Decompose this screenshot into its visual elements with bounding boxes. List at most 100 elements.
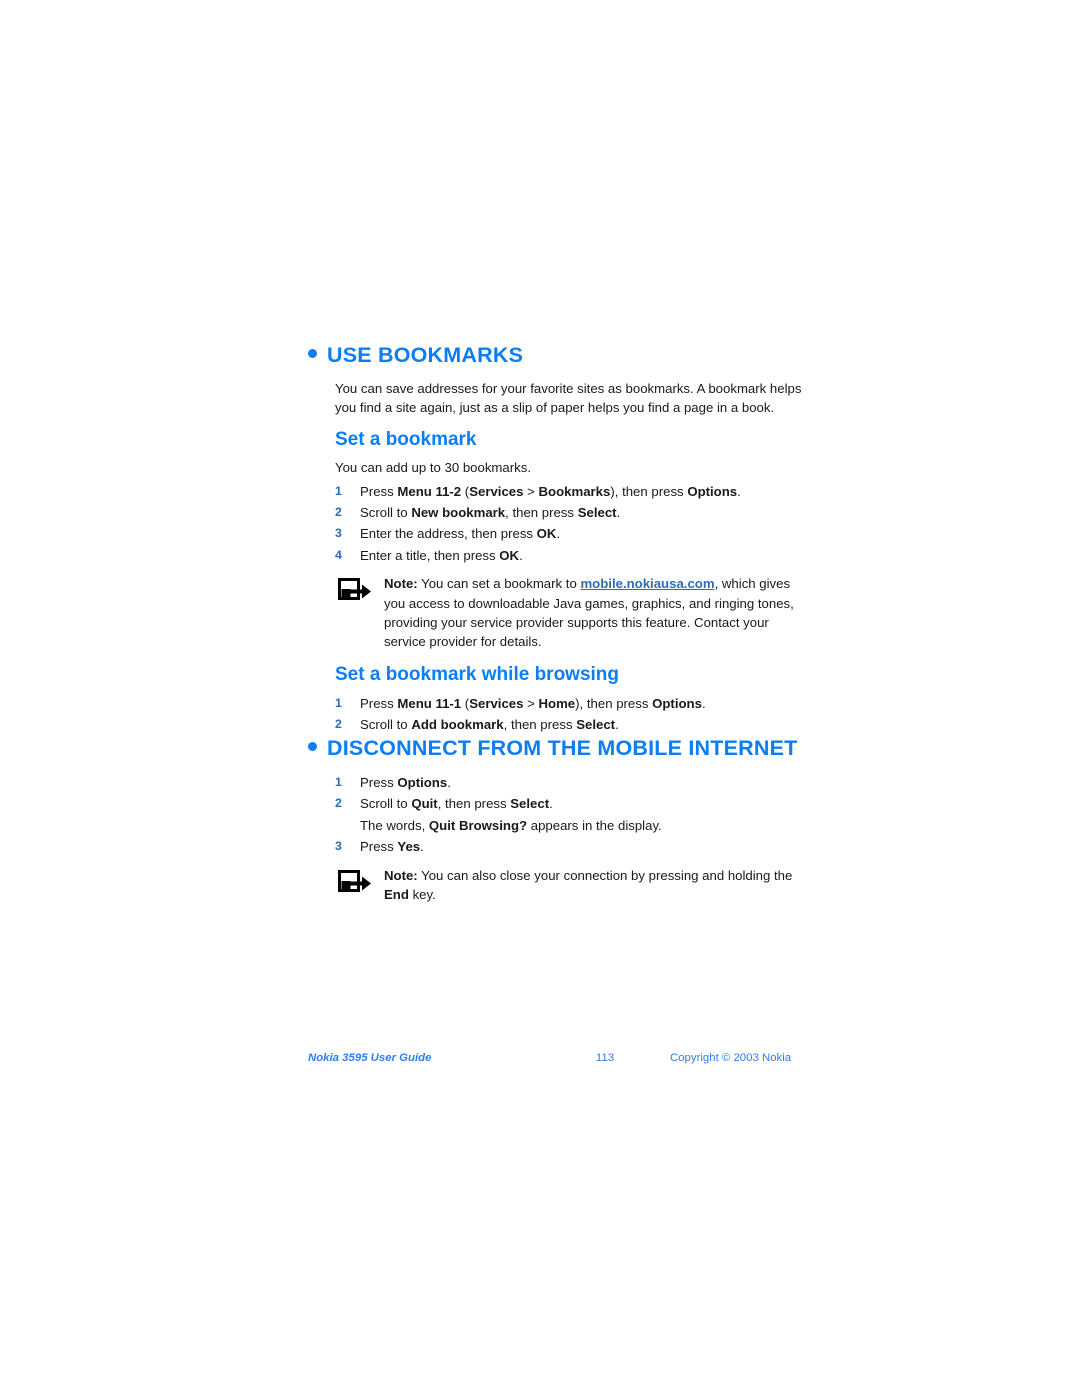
step-number: 2 [335, 796, 342, 811]
step-text: Scroll to Add bookmark, then press Selec… [360, 714, 808, 735]
document-page: USE BOOKMARKS You can save addresses for … [0, 0, 1080, 1397]
inline-text: Press [360, 695, 398, 711]
section-heading-label: USE BOOKMARKS [327, 343, 524, 367]
sub-heading: Set a bookmark [335, 429, 477, 451]
step-number: 1 [335, 695, 342, 710]
step-number: 1 [335, 483, 342, 498]
emphasis-text: Quit Browsing? [428, 817, 528, 833]
step-number: 2 [335, 717, 342, 732]
section-heading-label: DISCONNECT FROM THE MOBILE INTERNET [327, 736, 798, 761]
page-footer: Nokia 3595 User Guide 113 Copyright © 20… [308, 1052, 791, 1064]
inline-text: > [523, 695, 539, 711]
step-number: 1 [335, 775, 342, 789]
inline-text: > [523, 483, 539, 499]
footer-guide-title: Nokia 3595 User Guide [308, 1052, 432, 1064]
numbered-step: 3 Enter the address, then press OK. [335, 523, 808, 544]
inline-text: The words, [360, 817, 429, 833]
step-continuation: The words, Quit Browsing? appears in the… [335, 815, 808, 836]
inline-text: . [701, 695, 706, 711]
numbered-step: 2 Scroll to New bookmark, then press Sele… [335, 502, 808, 523]
emphasis-text: Yes [397, 839, 421, 855]
inline-text: You can set a bookmark to [417, 576, 581, 592]
section-heading: DISCONNECT FROM THE MOBILE INTERNET [308, 737, 808, 760]
inline-text: You can also close your connection by pr… [417, 867, 793, 883]
emphasis-text: OK [499, 547, 520, 563]
inline-text: . [615, 717, 619, 733]
inline-text: . [549, 796, 553, 812]
numbered-step: 4 Enter a title, then press OK. [335, 545, 808, 566]
emphasis-text: New bookmark [411, 505, 506, 521]
step-continuation-text: The words, Quit Browsing? appears in the… [360, 815, 808, 836]
step-text: Press Menu 11-2 (Services > Bookmarks), … [360, 481, 808, 502]
inline-text: . [616, 505, 621, 521]
step-number: 3 [335, 839, 342, 854]
inline-text: ), then press [610, 483, 688, 499]
step-text: Press Yes. [360, 836, 808, 857]
numbered-step-list: 1 Press Options. 2 Scroll to Quit, then pre… [335, 772, 808, 858]
step-text: Scroll to Quit, then press Select. [360, 793, 808, 814]
note-block: Note: You can also close your connection… [338, 866, 808, 905]
numbered-step-list: 1 Press Menu 11-1 (Services > Home), then… [335, 693, 808, 736]
inline-text: . [447, 775, 451, 790]
numbered-step: 1 Press Options. [335, 772, 808, 793]
inline-text: . [737, 483, 741, 499]
inline-text: . [519, 547, 523, 563]
emphasis-text: Options [652, 695, 702, 711]
inline-text: Scroll to [360, 505, 412, 521]
step-text: Press Options. [360, 772, 808, 793]
inline-text: . [420, 839, 424, 855]
emphasis-text: Home [538, 695, 576, 711]
emphasis-text: OK [536, 526, 557, 542]
inline-text: appears in the display. [527, 817, 662, 833]
emphasis-text: Services [469, 695, 524, 711]
emphasis-text: Select [510, 796, 550, 812]
note-arrow-icon [338, 866, 384, 905]
inline-text: . [556, 526, 561, 542]
step-text: Scroll to New bookmark, then press Selec… [360, 502, 808, 523]
numbered-step-list: 1 Press Menu 11-2 (Services > Bookmarks),… [335, 481, 808, 567]
sub-heading: Set a bookmark while browsing [335, 663, 620, 685]
bullet-dot-icon [308, 349, 317, 358]
page-content: USE BOOKMARKS You can save addresses for … [308, 344, 808, 910]
emphasis-text: Menu 11-1 [397, 695, 462, 711]
emphasis-text: End [384, 886, 409, 902]
note-text: Note: You can also close your connection… [384, 866, 808, 905]
step-number: 4 [335, 547, 342, 562]
emphasis-text: Select [576, 717, 616, 733]
emphasis-text: Options [687, 483, 738, 499]
inline-text: Enter a title, then press [360, 547, 500, 563]
inline-text: Scroll to [360, 717, 412, 733]
inline-text: ( [461, 695, 470, 711]
inline-text: key. [408, 886, 436, 902]
emphasis-text: Note: [384, 867, 418, 883]
inline-text: ), then press [575, 695, 653, 711]
numbered-step: 1 Press Menu 11-2 (Services > Bookmarks),… [335, 481, 808, 502]
step-number: 2 [335, 505, 342, 520]
emphasis-text: Bookmarks [538, 483, 611, 499]
step-number: 3 [335, 526, 342, 541]
emphasis-text: Options [397, 775, 448, 790]
inline-text: , then press [437, 796, 511, 812]
note-block: Note: You can set a bookmark to mobile.n… [338, 574, 808, 652]
emphasis-text: Services [469, 483, 524, 499]
emphasis-text: Note: [384, 576, 418, 592]
emphasis-text: Select [577, 505, 617, 521]
section-heading: USE BOOKMARKS [308, 344, 808, 367]
step-text: Enter the address, then press OK. [360, 523, 808, 544]
inline-link[interactable]: mobile.nokiausa.com [580, 576, 714, 591]
footer-page-number: 113 [595, 1052, 615, 1064]
numbered-step: 1 Press Menu 11-1 (Services > Home), then… [335, 693, 808, 714]
bullet-dot-icon [308, 742, 317, 752]
inline-text: , then press [505, 505, 578, 521]
inline-text: Press [360, 775, 398, 790]
inline-text: Press [360, 839, 398, 855]
inline-text: , then press [503, 717, 577, 733]
body-paragraph: You can save addresses for your favorite… [335, 380, 802, 415]
numbered-step: 2 Scroll to Add bookmark, then press Sele… [335, 714, 808, 735]
inline-text: ( [461, 483, 470, 499]
inline-text: Scroll to [360, 796, 412, 812]
body-paragraph: You can add up to 30 bookmarks. [335, 460, 531, 476]
step-text: Press Menu 11-1 (Services > Home), then … [360, 693, 808, 714]
inline-text: Press [360, 483, 398, 499]
emphasis-text: Add bookmark [411, 717, 504, 733]
